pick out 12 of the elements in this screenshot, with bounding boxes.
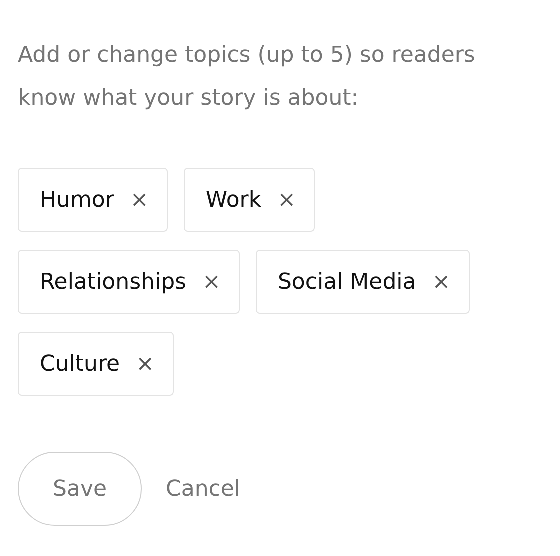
remove-button[interactable]: × [278,188,296,212]
save-button[interactable]: Save [18,452,142,526]
topic-label: Humor [40,188,114,212]
remove-button[interactable]: × [202,270,221,294]
remove-button[interactable]: × [136,352,155,376]
remove-button[interactable]: × [432,270,451,294]
remove-button[interactable]: × [130,188,149,212]
topic-label: Work [206,188,262,212]
topic-label: Culture [40,352,120,376]
topic-label: Social Media [278,270,416,294]
topic-label: Relationships [40,270,187,294]
instruction-text: Add or change topics (up to 5) so readers know what your story is about: [18,42,476,113]
